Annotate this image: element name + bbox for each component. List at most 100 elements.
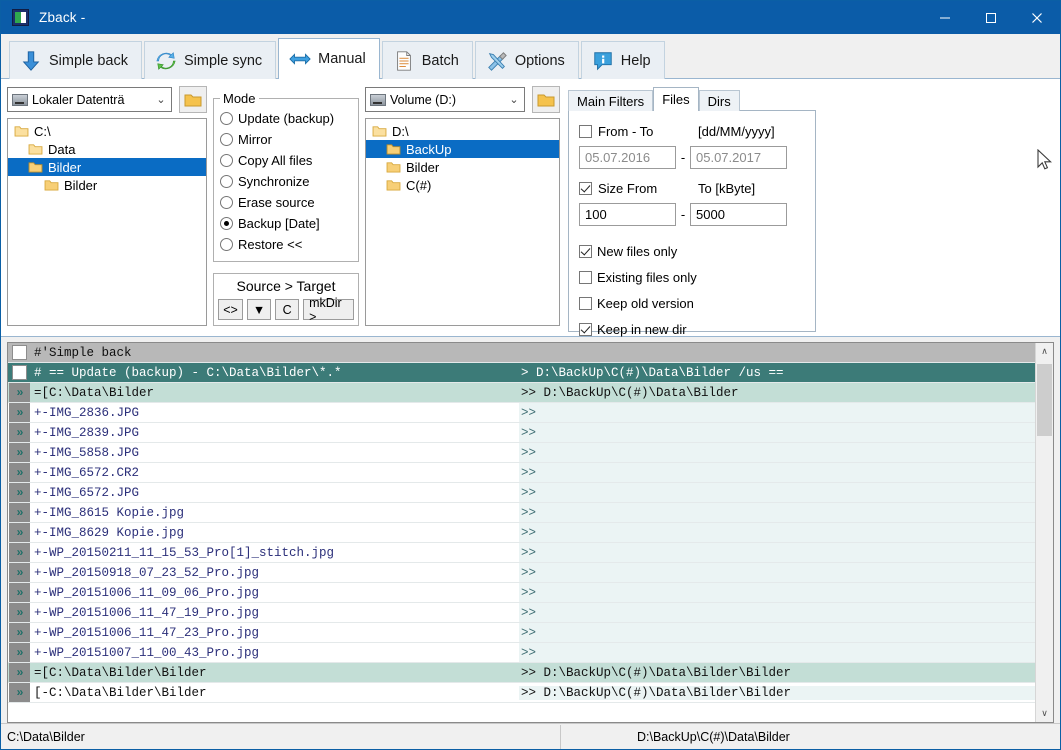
log-row[interactable]: #'Simple back (8, 343, 1035, 363)
target-tree[interactable]: D:\ BackUp Bilder C(#) (365, 118, 560, 326)
clear-button[interactable]: C (275, 299, 300, 320)
mode-option-restore[interactable]: Restore << (220, 234, 352, 255)
maximize-button[interactable] (968, 1, 1014, 34)
size-to-input[interactable]: 5000 (690, 203, 787, 226)
new-files-only-row[interactable]: New files only (579, 238, 805, 264)
double-arrow-icon[interactable]: » (8, 583, 30, 602)
keep-in-new-dir-row[interactable]: Keep in new dir (579, 316, 805, 342)
mode-option-mirror[interactable]: Mirror (220, 129, 352, 150)
log-row[interactable]: » +-IMG_5858.JPG >> (8, 443, 1035, 463)
double-arrow-icon[interactable]: » (8, 383, 30, 402)
double-arrow-icon[interactable]: » (8, 423, 30, 442)
tree-item[interactable]: Bilder (366, 158, 559, 176)
tab-options[interactable]: Options (474, 41, 579, 79)
tab-dirs[interactable]: Dirs (698, 90, 740, 111)
radio-icon[interactable] (220, 175, 233, 188)
row-action-arrow[interactable]: » (8, 523, 30, 542)
log-row[interactable]: » +-IMG_8629 Kopie.jpg >> (8, 523, 1035, 543)
row-action-arrow[interactable]: » (8, 683, 30, 702)
mode-option-backup-date[interactable]: Backup [Date] (220, 213, 352, 234)
keep-old-version-checkbox[interactable] (579, 296, 592, 310)
row-action-arrow[interactable]: » (8, 583, 30, 602)
radio-icon[interactable] (220, 196, 233, 209)
row-action-arrow[interactable]: » (8, 663, 30, 682)
scroll-up-button[interactable]: ∧ (1036, 343, 1053, 360)
row-action-arrow[interactable]: » (8, 443, 30, 462)
radio-icon[interactable] (220, 238, 233, 251)
log-row[interactable]: » [-C:\Data\Bilder\Bilder >> D:\BackUp\C(#… (8, 683, 1035, 703)
mode-option-copy-all-files[interactable]: Copy All files (220, 150, 352, 171)
log-row[interactable]: » +-WP_20150918_07_23_52_Pro.jpg >> (8, 563, 1035, 583)
tree-item-selected[interactable]: Bilder (8, 158, 206, 176)
double-arrow-icon[interactable]: » (8, 623, 30, 642)
row-action-arrow[interactable]: » (8, 623, 30, 642)
scrollbar-thumb[interactable] (1037, 364, 1052, 436)
log-row[interactable]: » =[C:\Data\Bilder >> D:\BackUp\C(#)\Data\… (8, 383, 1035, 403)
log-row[interactable]: » +-WP_20151006_11_09_06_Pro.jpg >> (8, 583, 1035, 603)
tab-simple-back[interactable]: Simple back (9, 41, 142, 79)
radio-icon-selected[interactable] (220, 217, 233, 230)
log-list[interactable]: #'Simple back # == Update (backup) - C:\D… (8, 343, 1035, 722)
tree-item-selected[interactable]: BackUp (366, 140, 559, 158)
double-arrow-icon[interactable]: » (8, 443, 30, 462)
log-row[interactable]: » +-IMG_8615 Kopie.jpg >> (8, 503, 1035, 523)
double-arrow-icon[interactable]: » (8, 563, 30, 582)
row-action-arrow[interactable]: » (8, 463, 30, 482)
existing-files-only-row[interactable]: Existing files only (579, 264, 805, 290)
target-browse-button[interactable] (532, 86, 560, 113)
tab-manual[interactable]: Manual (278, 38, 380, 79)
size-from-input[interactable]: 100 (579, 203, 676, 226)
double-arrow-icon[interactable]: » (8, 523, 30, 542)
log-vertical-scrollbar[interactable]: ∧ ∨ (1035, 343, 1053, 722)
double-arrow-icon[interactable]: » (8, 483, 30, 502)
log-row[interactable]: » +-WP_20151006_11_47_23_Pro.jpg >> (8, 623, 1035, 643)
mkdir-button[interactable]: mkDir > (303, 296, 354, 324)
size-filter-checkbox[interactable] (579, 181, 592, 195)
chevron-down-icon[interactable]: ⌄ (506, 93, 522, 106)
row-checkbox[interactable] (8, 363, 30, 382)
tab-batch[interactable]: Batch (381, 41, 473, 79)
close-button[interactable] (1014, 1, 1060, 34)
double-arrow-icon[interactable]: » (8, 463, 30, 482)
tree-item[interactable]: C:\ (8, 122, 206, 140)
row-checkbox[interactable] (8, 343, 30, 362)
radio-icon[interactable] (220, 154, 233, 167)
tree-item[interactable]: Bilder (8, 176, 206, 194)
log-row[interactable]: » +-WP_20151006_11_47_19_Pro.jpg >> (8, 603, 1035, 623)
log-row[interactable]: » +-IMG_6572.JPG >> (8, 483, 1035, 503)
mode-option-erase-source[interactable]: Erase source (220, 192, 352, 213)
chevron-down-icon[interactable]: ⌄ (153, 93, 169, 106)
tab-help[interactable]: Help (580, 41, 665, 79)
row-action-arrow[interactable]: » (8, 563, 30, 582)
row-action-arrow[interactable]: » (8, 603, 30, 622)
double-arrow-icon[interactable]: » (8, 603, 30, 622)
date-from-input[interactable]: 05.07.2016 (579, 146, 676, 169)
swap-button[interactable]: <> (218, 299, 244, 320)
double-arrow-icon[interactable]: » (8, 543, 30, 562)
row-action-arrow[interactable]: » (8, 483, 30, 502)
mode-option-synchronize[interactable]: Synchronize (220, 171, 352, 192)
row-action-arrow[interactable]: » (8, 503, 30, 522)
log-row[interactable]: » =[C:\Data\Bilder\Bilder >> D:\BackUp\C(#… (8, 663, 1035, 683)
existing-files-only-checkbox[interactable] (579, 270, 592, 284)
radio-icon[interactable] (220, 133, 233, 146)
tab-main-filters[interactable]: Main Filters (568, 90, 654, 111)
double-arrow-icon[interactable]: » (8, 643, 30, 662)
double-arrow-icon[interactable]: » (8, 403, 30, 422)
log-row[interactable]: # == Update (backup) - C:\Data\Bilder\*.… (8, 363, 1035, 383)
checkbox-icon[interactable] (11, 365, 27, 380)
keep-old-version-row[interactable]: Keep old version (579, 290, 805, 316)
double-arrow-icon[interactable]: » (8, 503, 30, 522)
tree-item[interactable]: C(#) (366, 176, 559, 194)
log-row[interactable]: » +-IMG_6572.CR2 >> (8, 463, 1035, 483)
target-drive-combo[interactable]: Volume (D:) ⌄ (365, 87, 525, 112)
tab-files[interactable]: Files (653, 87, 699, 111)
tree-item[interactable]: Data (8, 140, 206, 158)
keep-in-new-dir-checkbox[interactable] (579, 322, 592, 336)
row-action-arrow[interactable]: » (8, 643, 30, 662)
tab-simple-sync[interactable]: Simple sync (143, 41, 277, 79)
row-action-arrow[interactable]: » (8, 543, 30, 562)
source-browse-button[interactable] (179, 86, 207, 113)
date-to-input[interactable]: 05.07.2017 (690, 146, 787, 169)
row-action-arrow[interactable]: » (8, 423, 30, 442)
